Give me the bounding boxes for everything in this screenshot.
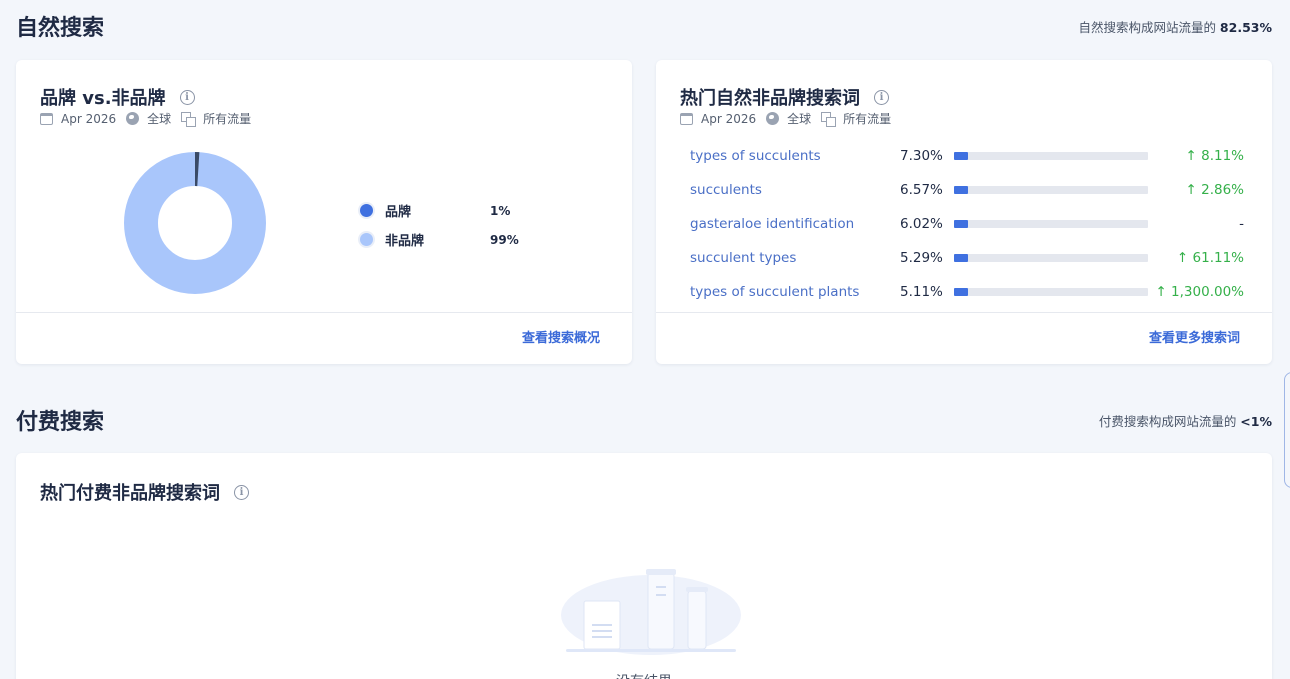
empty-state-text: 没有结果 <box>16 671 1272 679</box>
meta-date: Apr 2026 <box>701 111 757 126</box>
meta-traffic: 所有流量 <box>843 112 892 126</box>
keyword-row: gasteraloe identification 6.02% - <box>690 207 1250 241</box>
keyword-share: 5.29% <box>900 250 943 266</box>
keyword-share-bar <box>954 288 1148 296</box>
paid-card-title-text: 热门付费非品牌搜索词 <box>40 483 220 504</box>
organic-share-note-label: 自然搜索构成网站流量的 <box>1078 19 1220 35</box>
view-search-overview-link[interactable]: 查看搜索概况 <box>522 327 600 346</box>
keyword-change: - <box>1239 216 1244 232</box>
keyword-share-bar <box>954 254 1148 262</box>
keyword-share-bar <box>954 152 1148 160</box>
keywords-card-title-text: 热门自然非品牌搜索词 <box>680 88 860 109</box>
paid-share-note-label: 付费搜索构成网站流量的 <box>1098 413 1241 429</box>
legend-label: 品牌 <box>385 205 412 220</box>
legend-item-branded: 品牌 1% <box>360 196 519 225</box>
organic-section-header: 自然搜索 自然搜索构成网站流量的 82.53% <box>16 10 1272 42</box>
paid-card-title: 热门付费非品牌搜索词 i <box>40 479 249 505</box>
keyword-change: ↑ 2.86% <box>1185 182 1245 198</box>
keyword-share: 6.57% <box>900 182 943 198</box>
brand-card-title: 品牌 vs.非品牌 i <box>40 84 195 110</box>
keyword-share: 7.30% <box>900 148 943 164</box>
keyword-term-link[interactable]: succulents <box>690 182 900 198</box>
view-more-keywords-link[interactable]: 查看更多搜索词 <box>1149 327 1240 346</box>
keyword-list: types of succulents 7.30% ↑ 8.11% succul… <box>690 139 1250 309</box>
legend-value: 1% <box>490 203 511 218</box>
info-icon[interactable]: i <box>234 484 249 500</box>
legend-label: 非品牌 <box>385 234 425 249</box>
top-paid-keywords-card: 热门付费非品牌搜索词 i 没有结果 <box>16 453 1272 679</box>
keyword-term-link[interactable]: gasteraloe identification <box>690 216 900 232</box>
traffic-type-icon <box>821 112 837 127</box>
card-divider <box>656 312 1272 313</box>
organic-share-note: 自然搜索构成网站流量的 82.53% <box>1078 17 1272 36</box>
legend-dot <box>360 233 373 246</box>
paid-share-note: 付费搜索构成网站流量的 <1% <box>1099 411 1272 430</box>
brand-card-meta: Apr 2026 全球 所有流量 <box>40 110 261 127</box>
calendar-icon <box>40 112 53 125</box>
keyword-row: succulents 6.57% ↑ 2.86% <box>690 173 1250 207</box>
keyword-share-bar <box>954 220 1148 228</box>
calendar-icon <box>680 112 693 125</box>
top-organic-keywords-card: 热门自然非品牌搜索词 i Apr 2026 全球 所有流量 types of s… <box>656 60 1272 364</box>
legend-dot <box>360 204 373 217</box>
globe-icon <box>126 112 140 125</box>
keywords-card-meta: Apr 2026 全球 所有流量 <box>680 110 901 127</box>
info-icon[interactable]: i <box>874 89 889 105</box>
organic-share-value: 82.53% <box>1219 19 1272 35</box>
keyword-share-bar-fill <box>954 152 969 160</box>
legend-value: 99% <box>490 232 519 247</box>
keyword-term-link[interactable]: types of succulents <box>690 148 900 164</box>
keyword-share: 5.11% <box>900 284 943 300</box>
empty-state-illustration <box>561 569 741 655</box>
keyword-share: 6.02% <box>900 216 943 232</box>
side-panel-handle[interactable] <box>1284 372 1290 488</box>
card-divider <box>16 312 632 313</box>
keyword-row: types of succulents 7.30% ↑ 8.11% <box>690 139 1250 173</box>
meta-traffic: 所有流量 <box>203 112 252 126</box>
legend-item-non-branded: 非品牌 99% <box>360 225 519 254</box>
info-icon[interactable]: i <box>179 89 195 105</box>
paid-share-value: <1% <box>1240 413 1272 429</box>
keyword-term-link[interactable]: succulent types <box>690 250 900 266</box>
brand-vs-nonbrand-card: 品牌 vs.非品牌 i Apr 2026 全球 所有流量 品牌 1% 非品牌 9… <box>16 60 632 364</box>
keyword-row: succulent types 5.29% ↑ 61.11% <box>690 241 1250 275</box>
brand-card-title-text: 品牌 vs.非品牌 <box>40 88 166 109</box>
keyword-share-bar <box>954 186 1148 194</box>
keyword-share-bar-fill <box>954 220 968 228</box>
meta-region: 全球 <box>147 112 172 126</box>
paid-section-header: 付费搜索 付费搜索构成网站流量的 <1% <box>16 404 1272 436</box>
traffic-type-icon <box>181 112 197 127</box>
keyword-share-bar-fill <box>954 288 968 296</box>
globe-icon <box>766 112 780 125</box>
meta-region: 全球 <box>787 112 812 126</box>
organic-section-title: 自然搜索 <box>16 16 105 41</box>
meta-date: Apr 2026 <box>61 111 117 126</box>
brand-legend: 品牌 1% 非品牌 99% <box>360 196 519 254</box>
keyword-change: ↑ 1,300.00% <box>1155 284 1244 300</box>
keyword-share-bar-fill <box>954 186 968 194</box>
paid-section-title: 付费搜索 <box>16 410 105 435</box>
brand-donut-chart <box>124 152 266 294</box>
keyword-share-bar-fill <box>954 254 968 262</box>
keyword-change: ↑ 61.11% <box>1176 250 1244 266</box>
keyword-change: ↑ 8.11% <box>1185 148 1245 164</box>
keyword-row: types of succulent plants 5.11% ↑ 1,300.… <box>690 275 1250 309</box>
keyword-term-link[interactable]: types of succulent plants <box>690 284 900 300</box>
keywords-card-title: 热门自然非品牌搜索词 i <box>680 84 889 110</box>
